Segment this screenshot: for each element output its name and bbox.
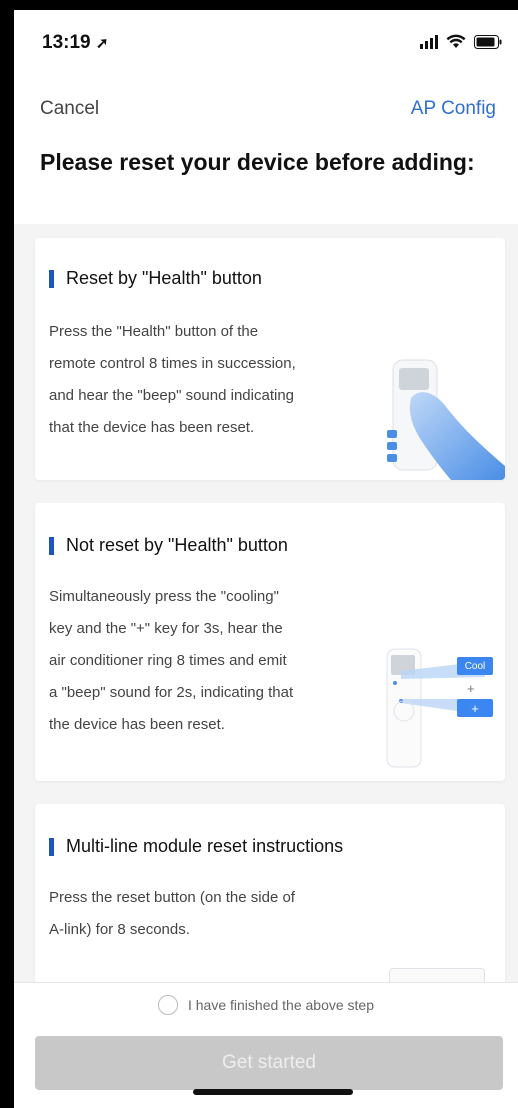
card-header: Multi-line module reset instructions <box>49 836 343 857</box>
card-accent-bar <box>49 536 54 555</box>
card-line: and hear the "beep" sound indicating <box>49 387 295 404</box>
card-description: Simultaneously press the "cooling" key a… <box>49 581 379 741</box>
card-title: Multi-line module reset instructions <box>66 836 344 856</box>
card-line: Press the reset button (on the side of <box>49 889 295 906</box>
remote-hand-illustration <box>387 359 505 480</box>
status-icons <box>420 34 502 49</box>
get-started-button[interactable]: Get started <box>35 1036 503 1090</box>
home-indicator[interactable] <box>193 1089 353 1095</box>
card-line: Press the "Health" button of the <box>49 323 259 340</box>
remote-cool-plus-illustration: Cool + + <box>385 643 495 773</box>
status-time: 13:19 ➚ <box>42 32 109 53</box>
card-description: Press the reset button (on the side of A… <box>49 882 389 946</box>
card-line: that the device has been reset. <box>49 419 255 436</box>
instructions-list[interactable]: Reset by "Health" button Press the "Heal… <box>14 224 518 1004</box>
cancel-button[interactable]: Cancel <box>40 98 99 120</box>
battery-icon <box>474 34 502 49</box>
card-header: Reset by "Health" button <box>49 268 262 289</box>
card-title: Reset by "Health" button <box>66 268 262 288</box>
confirm-label[interactable]: I have finished the above step <box>188 997 374 1013</box>
status-bar: 13:19 ➚ <box>14 10 518 70</box>
card-line: air conditioner ring 8 times and emit <box>49 652 287 669</box>
navigation-bar: Cancel AP Config <box>14 70 518 140</box>
card-reset-health: Reset by "Health" button Press the "Heal… <box>35 238 505 480</box>
cellular-signal-icon <box>420 34 438 49</box>
card-accent-bar <box>49 837 54 856</box>
card-accent-bar <box>49 269 54 288</box>
phone-screen: 13:19 ➚ Cancel AP Config Please reset yo… <box>14 10 518 1108</box>
page-title: Please reset your device before adding: <box>40 149 475 175</box>
card-line: Simultaneously press the "cooling" <box>49 588 279 605</box>
location-arrow-icon: ➚ <box>95 35 109 52</box>
plus-key-label: + <box>457 699 493 717</box>
wifi-icon <box>446 34 466 48</box>
card-not-reset-health: Not reset by "Health" button Simultaneou… <box>35 503 505 781</box>
plus-text-label: + <box>467 681 475 696</box>
ap-config-button[interactable]: AP Config <box>411 98 496 120</box>
card-multi-line-reset: Multi-line module reset instructions Pre… <box>35 804 505 1004</box>
card-line: remote control 8 times in succession, <box>49 355 296 372</box>
card-line: A-link) for 8 seconds. <box>49 921 190 938</box>
card-description: Press the "Health" button of the remote … <box>49 316 369 444</box>
card-line: the device has been reset. <box>49 716 225 733</box>
cool-key-label: Cool <box>457 657 493 675</box>
card-header: Not reset by "Health" button <box>49 535 288 556</box>
card-title: Not reset by "Health" button <box>66 535 288 555</box>
page-header: Please reset your device before adding: <box>14 140 518 224</box>
card-line: key and the "+" key for 3s, hear the <box>49 620 283 637</box>
card-line: a "beep" sound for 2s, indicating that <box>49 684 294 701</box>
confirm-radio[interactable] <box>157 995 178 1015</box>
confirm-row[interactable]: I have finished the above step <box>14 995 518 1015</box>
